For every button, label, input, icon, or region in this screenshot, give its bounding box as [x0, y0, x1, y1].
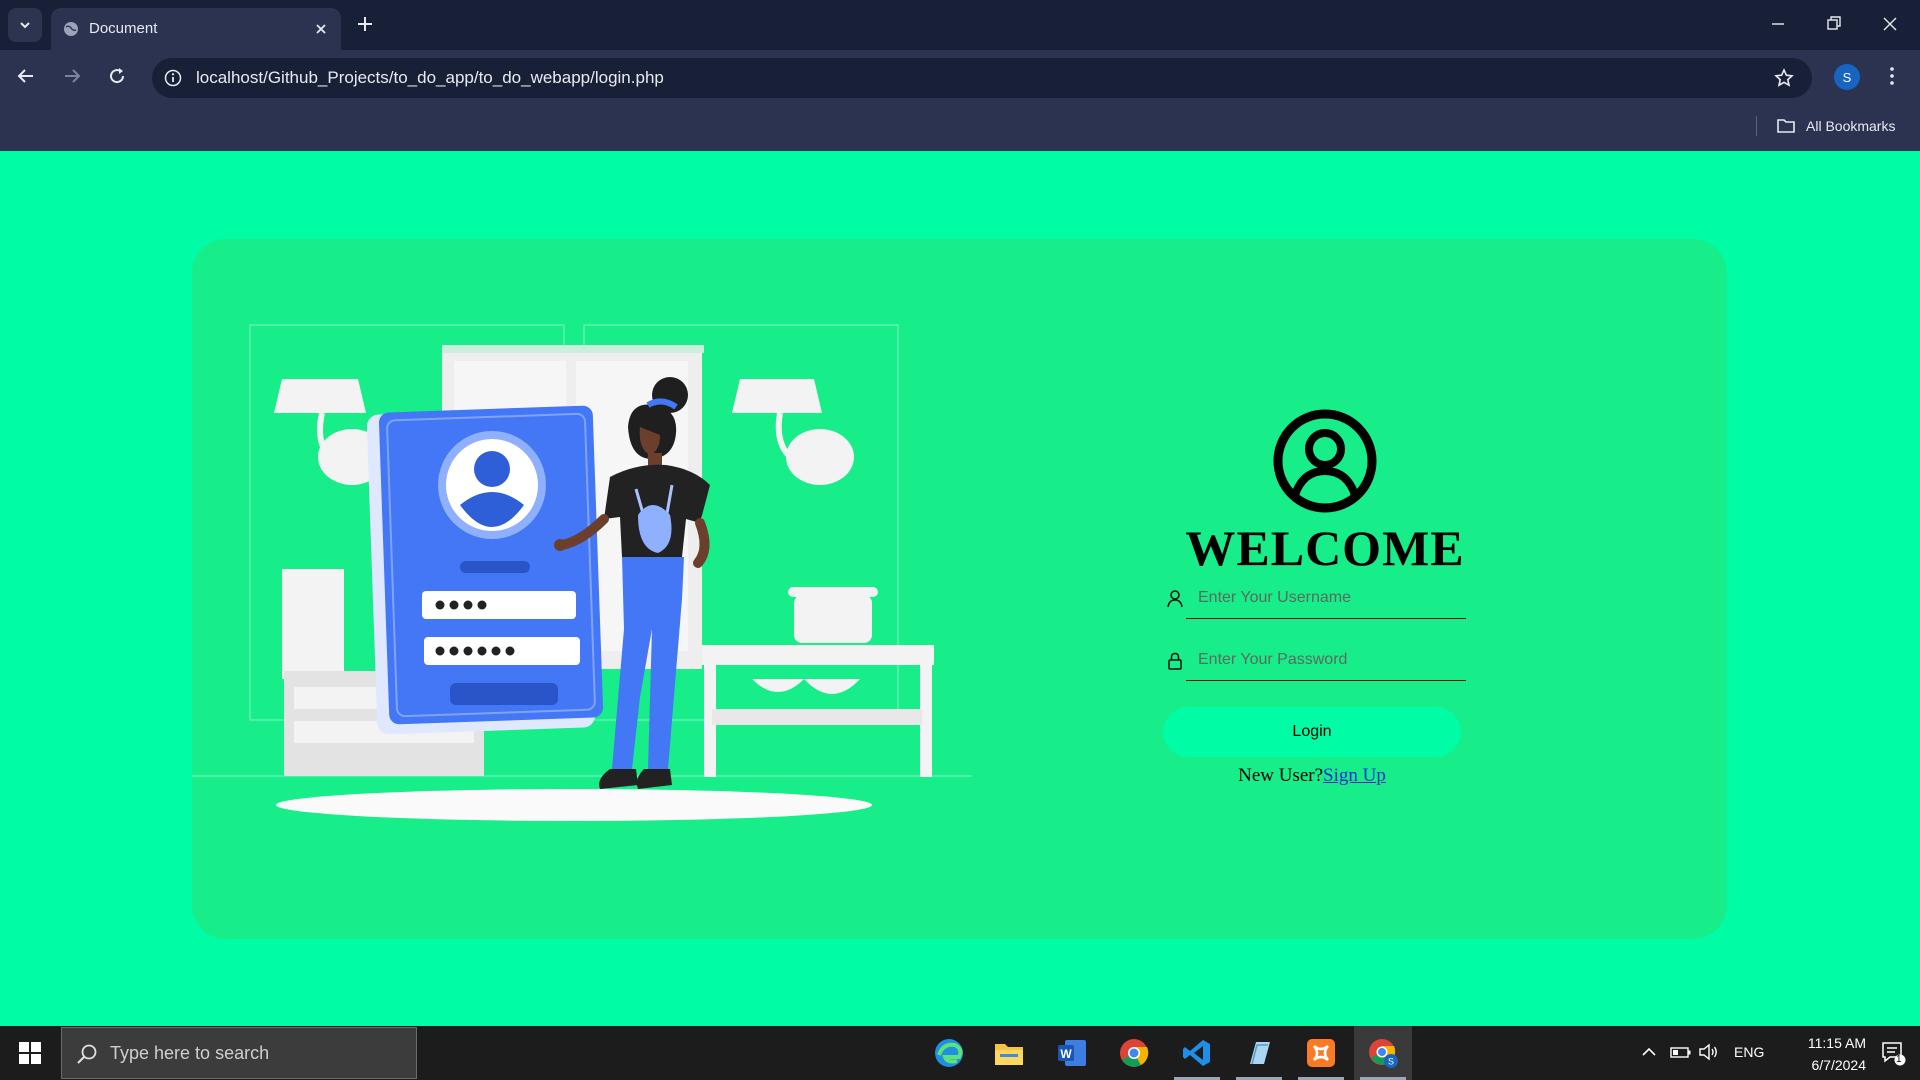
- bookmarks-bar: All Bookmarks: [0, 102, 1920, 151]
- signup-link[interactable]: Sign Up: [1323, 765, 1386, 786]
- chrome-icon[interactable]: [1105, 1026, 1163, 1080]
- address-bar[interactable]: localhost/Github_Projects/to_do_app/to_d…: [152, 58, 1812, 98]
- profile-avatar[interactable]: S: [1834, 64, 1860, 90]
- info-icon[interactable]: [164, 69, 182, 87]
- notepad-icon[interactable]: [1230, 1026, 1288, 1080]
- tab-search-button[interactable]: [8, 8, 42, 42]
- battery-icon[interactable]: [1670, 1043, 1692, 1061]
- minimize-icon[interactable]: [1768, 14, 1788, 34]
- reload-icon[interactable]: [107, 66, 127, 86]
- chrome-profile-icon[interactable]: S: [1354, 1026, 1412, 1080]
- login-button[interactable]: Login: [1163, 707, 1461, 757]
- profile-initial: S: [1842, 69, 1852, 85]
- globe-icon: [64, 22, 78, 36]
- windows-logo-icon: [19, 1042, 41, 1064]
- close-tab-icon[interactable]: [313, 21, 329, 37]
- svg-text:S: S: [1388, 1057, 1394, 1067]
- tab-title: Document: [89, 20, 158, 37]
- close-window-icon[interactable]: [1880, 14, 1900, 34]
- welcome-heading: WELCOME: [1185, 520, 1465, 576]
- login-form: WELCOME Login New User?Sign Up: [1160, 239, 1490, 939]
- new-tab-icon[interactable]: [355, 14, 375, 34]
- notification-count: 1: [1896, 1054, 1902, 1065]
- browser-toolbar: localhost/Github_Projects/to_do_app/to_d…: [0, 50, 1920, 102]
- signup-row: New User?Sign Up: [1160, 765, 1464, 787]
- more-menu-icon[interactable]: [1886, 66, 1898, 86]
- password-field: [1160, 639, 1490, 685]
- browser-tab-bar: Document: [0, 0, 1920, 50]
- xampp-icon[interactable]: [1292, 1026, 1350, 1080]
- new-user-text: New User?: [1238, 765, 1324, 786]
- bookmark-star-icon[interactable]: [1774, 68, 1794, 88]
- show-hidden-icons-chevron-up-icon[interactable]: [1640, 1043, 1658, 1061]
- page-viewport: WELCOME Login New User?Sign Up: [0, 151, 1920, 1026]
- back-arrow-icon[interactable]: [16, 66, 36, 86]
- taskbar-search-box[interactable]: Type here to search: [61, 1027, 417, 1079]
- user-icon: [1167, 590, 1183, 608]
- clock-date: 6/7/2024: [1811, 1057, 1867, 1073]
- bookmarks-separator: [1756, 116, 1757, 136]
- user-circle-icon: [1273, 409, 1377, 513]
- browser-tab[interactable]: Document: [51, 8, 341, 50]
- folder-icon[interactable]: [1776, 117, 1796, 135]
- all-bookmarks-label[interactable]: All Bookmarks: [1806, 118, 1895, 134]
- language-indicator[interactable]: ENG: [1734, 1044, 1764, 1060]
- file-explorer-icon[interactable]: [980, 1026, 1038, 1080]
- svg-text:W: W: [1060, 1047, 1072, 1061]
- restore-icon[interactable]: [1824, 14, 1844, 34]
- notification-center-button[interactable]: 1: [1866, 1026, 1920, 1080]
- volume-icon[interactable]: [1698, 1043, 1720, 1061]
- edge-icon[interactable]: [920, 1026, 978, 1080]
- url-text: localhost/Github_Projects/to_do_app/to_d…: [196, 68, 664, 87]
- taskbar-clock[interactable]: 11:15 AM 6/7/2024: [1770, 1032, 1866, 1076]
- search-icon: [77, 1044, 97, 1064]
- clock-time: 11:15 AM: [1807, 1035, 1866, 1051]
- windows-taskbar: Type here to search W S ENG 11:15 AM 6/7…: [0, 1026, 1920, 1080]
- chevron-down-icon: [20, 22, 30, 29]
- taskbar-search-placeholder: Type here to search: [110, 1043, 270, 1063]
- login-card: WELCOME Login New User?Sign Up: [192, 239, 1727, 939]
- password-input[interactable]: [1186, 639, 1466, 681]
- start-button[interactable]: [0, 1026, 60, 1080]
- username-field: [1160, 577, 1490, 623]
- notification-icon: [1882, 1042, 1906, 1066]
- username-input[interactable]: [1186, 577, 1466, 619]
- word-icon[interactable]: W: [1043, 1026, 1101, 1080]
- lock-icon: [1168, 652, 1182, 670]
- vscode-icon[interactable]: [1168, 1026, 1226, 1080]
- forward-arrow-icon[interactable]: [62, 66, 82, 86]
- login-illustration: [192, 324, 972, 821]
